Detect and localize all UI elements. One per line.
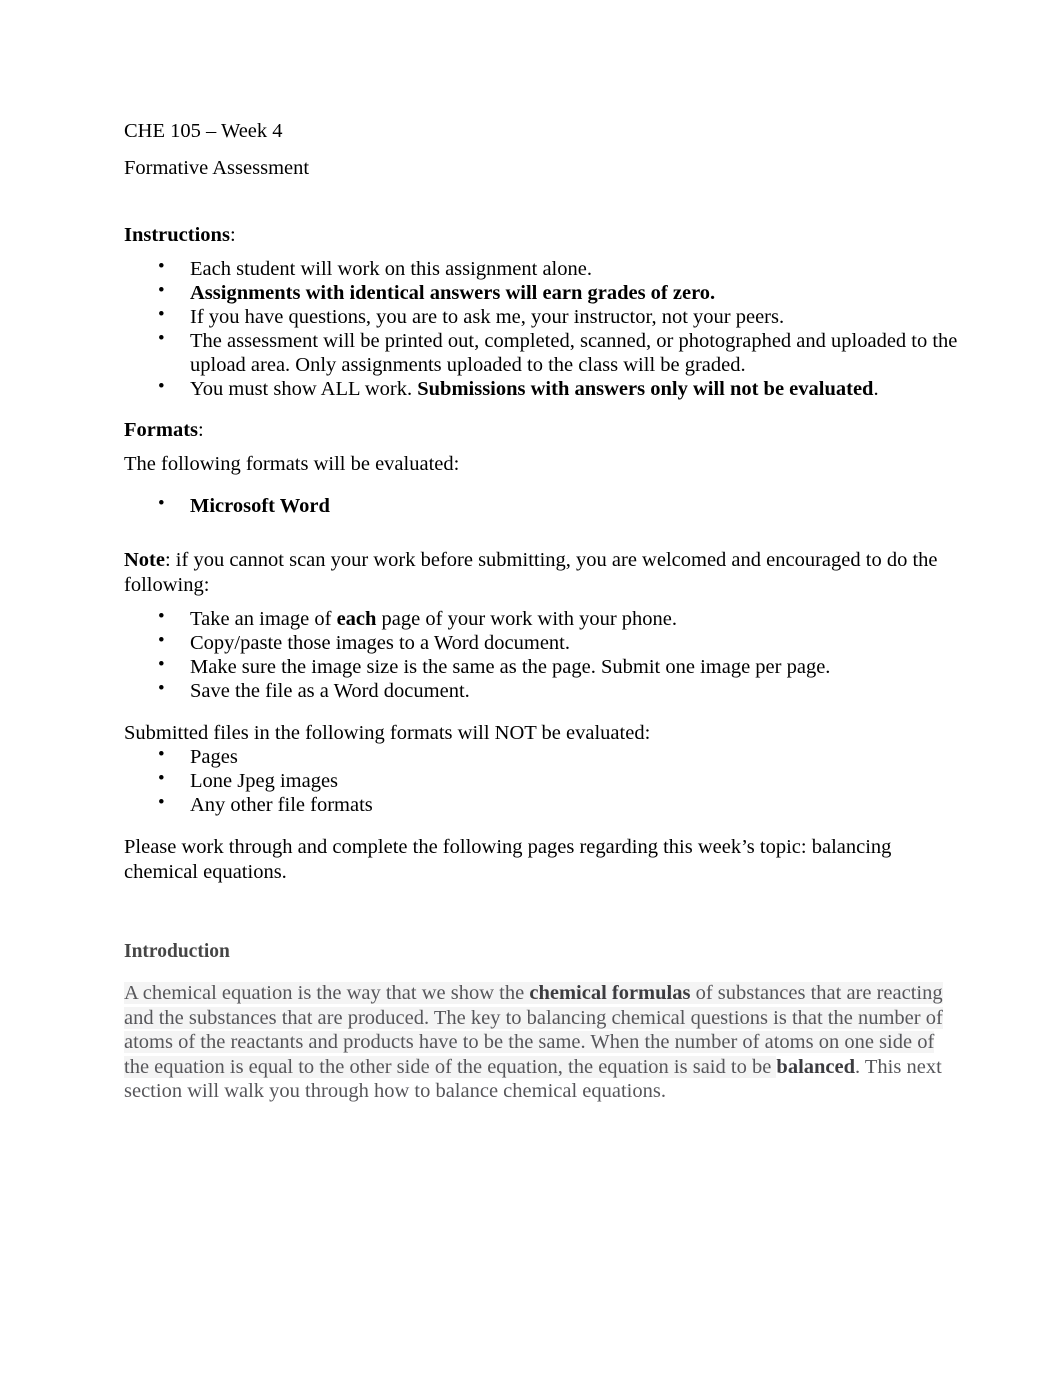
instruction-last-suffix: .	[873, 378, 879, 400]
intro-segment-1: A chemical equation is the way that we s…	[124, 982, 530, 1004]
instructions-heading-text: Instructions	[124, 224, 230, 246]
instruction-text-1: Assignments with identical answers will …	[190, 282, 716, 304]
list-item: If you have questions, you are to ask me…	[124, 303, 962, 329]
formats-heading-text: Formats	[124, 419, 199, 441]
note-body: : if you cannot scan your work before su…	[124, 549, 938, 596]
rejected-format-2: Any other file formats	[190, 794, 373, 816]
introduction-heading: Introduction	[124, 941, 230, 962]
accepted-format-0: Microsoft Word	[190, 495, 330, 517]
rejected-format-1: Lone Jpeg images	[190, 770, 339, 792]
note-step-0-pre: Take an image of	[190, 608, 337, 630]
note-step-2: Make sure the image size is the same as …	[190, 656, 831, 678]
list-item: Microsoft Word	[124, 492, 962, 518]
list-item: Pages	[124, 743, 962, 769]
instructions-heading-punct: :	[229, 224, 236, 246]
instruction-last-bold: Submissions with answers only will not b…	[417, 378, 874, 400]
introduction-paragraph: A chemical equation is the way that we s…	[124, 981, 944, 1104]
intro-bold-balanced: balanced	[776, 1055, 856, 1078]
instructions-heading: Instructions:	[124, 224, 962, 247]
list-item: The assessment will be printed out, comp…	[124, 327, 962, 377]
formats-heading-punct: :	[198, 419, 204, 441]
spacer-before-note-steps	[124, 597, 962, 607]
rejected-formats-lead-in: Submitted files in the following formats…	[124, 722, 651, 744]
accepted-formats-list: Microsoft Word	[124, 492, 962, 518]
spacer-before-closing	[124, 817, 962, 835]
spacer-before-instructions-list	[124, 247, 962, 257]
instruction-text-3: The assessment will be printed out, comp…	[190, 330, 958, 376]
note-paragraph: Note: if you cannot scan your work befor…	[124, 548, 962, 597]
note-label: Note	[124, 549, 165, 571]
spacer-after-instructions	[124, 401, 962, 419]
note-step-0-post: page of your work with your phone.	[376, 608, 678, 630]
list-item: Each student will work on this assignmen…	[124, 255, 962, 281]
formats-heading: Formats:	[124, 419, 962, 442]
note-step-1: Copy/paste those images to a Word docume…	[190, 632, 571, 654]
list-item: Make sure the image size is the same as …	[124, 653, 962, 679]
rejected-formats-list: Pages Lone Jpeg images Any other file fo…	[124, 743, 962, 817]
list-item: Any other file formats	[124, 791, 962, 817]
list-item: You must show ALL work. Submissions with…	[124, 375, 962, 401]
spacer-after-introduction-heading	[124, 963, 962, 981]
instructions-list: Each student will work on this assignmen…	[124, 255, 962, 401]
note-step-0-bold: each	[336, 608, 377, 630]
document-subtitle: Formative Assessment	[124, 157, 310, 179]
document-page: CHE 105 – Week 4 Formative Assessment In…	[0, 0, 1062, 1377]
closing-paragraph: Please work through and complete the fol…	[124, 836, 892, 883]
list-item: Lone Jpeg images	[124, 767, 962, 793]
note-step-3: Save the file as a Word document.	[190, 680, 470, 702]
instruction-text-2: If you have questions, you are to ask me…	[190, 306, 785, 328]
spacer-before-accepted-list	[124, 476, 962, 494]
course-title-line: CHE 105 – Week 4	[124, 120, 283, 142]
spacer-before-introduction	[124, 884, 962, 940]
list-item: Copy/paste those images to a Word docume…	[124, 629, 962, 655]
formats-lead-in: The following formats will be evaluated:	[124, 453, 460, 475]
rejected-format-0: Pages	[190, 746, 238, 768]
spacer-before-note	[124, 518, 962, 548]
note-steps-list: Take an image of each page of your work …	[124, 605, 962, 703]
instruction-text-0: Each student will work on this assignmen…	[190, 258, 592, 280]
list-item: Save the file as a Word document.	[124, 677, 962, 703]
spacer-after-title	[124, 194, 962, 224]
spacer-before-formats-lead	[124, 442, 962, 452]
instruction-last-prefix: You must show ALL work.	[190, 378, 418, 400]
list-item: Take an image of each page of your work …	[124, 605, 962, 631]
spacer-before-rejected	[124, 703, 962, 721]
intro-bold-chemical-formulas: chemical formulas	[529, 982, 691, 1004]
list-item: Assignments with identical answers will …	[124, 279, 962, 305]
